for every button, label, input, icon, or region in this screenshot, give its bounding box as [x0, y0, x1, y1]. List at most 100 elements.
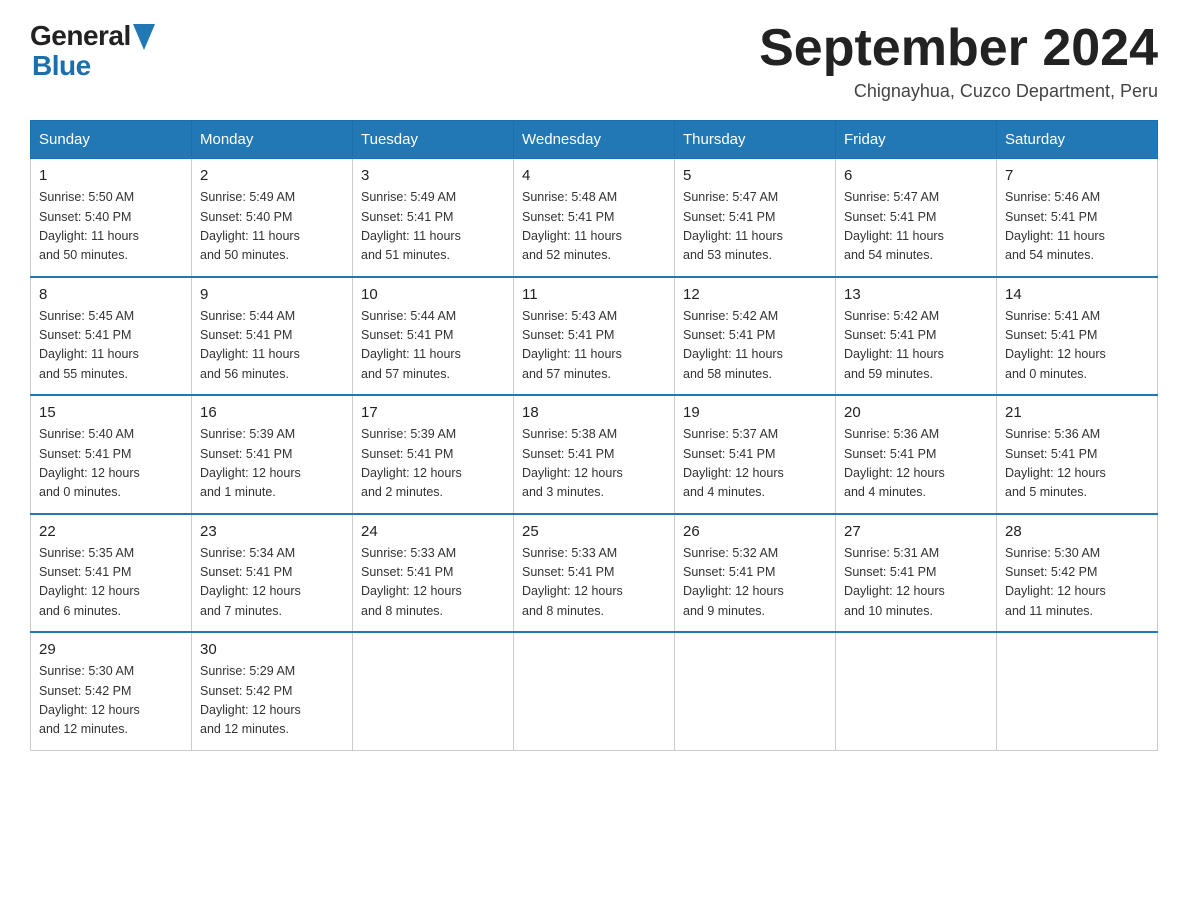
day-number: 11	[522, 286, 666, 303]
day-number: 13	[844, 286, 988, 303]
day-info: Sunrise: 5:30 AMSunset: 5:42 PMDaylight:…	[1005, 544, 1149, 622]
logo-blue-text: Blue	[32, 50, 91, 82]
day-number: 30	[200, 641, 344, 658]
calendar-day-cell: 15 Sunrise: 5:40 AMSunset: 5:41 PMDayligh…	[31, 395, 192, 514]
day-number: 18	[522, 404, 666, 421]
calendar-day-cell: 13Sunrise: 5:42 AMSunset: 5:41 PMDayligh…	[836, 277, 997, 396]
column-header-tuesday: Tuesday	[353, 121, 514, 159]
logo-icon	[133, 24, 155, 50]
day-number: 17	[361, 404, 505, 421]
day-info: Sunrise: 5:50 AMSunset: 5:40 PMDaylight:…	[39, 188, 183, 266]
location: Chignayhua, Cuzco Department, Peru	[759, 81, 1158, 102]
day-number: 24	[361, 523, 505, 540]
day-info: Sunrise: 5:33 AMSunset: 5:41 PMDaylight:…	[522, 544, 666, 622]
calendar-header-row: SundayMondayTuesdayWednesdayThursdayFrid…	[31, 121, 1158, 159]
day-info: Sunrise: 5:45 AMSunset: 5:41 PMDaylight:…	[39, 307, 183, 385]
day-info: Sunrise: 5:42 AMSunset: 5:41 PMDaylight:…	[683, 307, 827, 385]
day-info: Sunrise: 5:39 AMSunset: 5:41 PMDaylight:…	[200, 425, 344, 503]
day-number: 29	[39, 641, 183, 658]
day-info: Sunrise: 5:41 AMSunset: 5:41 PMDaylight:…	[1005, 307, 1149, 385]
calendar-day-cell: 7 Sunrise: 5:46 AMSunset: 5:41 PMDaylight…	[997, 159, 1158, 277]
calendar-day-cell: 12 Sunrise: 5:42 AMSunset: 5:41 PMDayligh…	[675, 277, 836, 396]
day-info: Sunrise: 5:31 AMSunset: 5:41 PMDaylight:…	[844, 544, 988, 622]
column-header-sunday: Sunday	[31, 121, 192, 159]
day-info: Sunrise: 5:37 AMSunset: 5:41 PMDaylight:…	[683, 425, 827, 503]
calendar-day-cell: 24 Sunrise: 5:33 AMSunset: 5:41 PMDayligh…	[353, 514, 514, 633]
calendar-empty-cell	[836, 632, 997, 750]
calendar-week-row: 22Sunrise: 5:35 AMSunset: 5:41 PMDayligh…	[31, 514, 1158, 633]
calendar-empty-cell	[997, 632, 1158, 750]
calendar-day-cell: 23 Sunrise: 5:34 AMSunset: 5:41 PMDayligh…	[192, 514, 353, 633]
day-info: Sunrise: 5:44 AMSunset: 5:41 PMDaylight:…	[361, 307, 505, 385]
calendar-day-cell: 26 Sunrise: 5:32 AMSunset: 5:41 PMDayligh…	[675, 514, 836, 633]
calendar-day-cell: 2 Sunrise: 5:49 AMSunset: 5:40 PMDaylight…	[192, 159, 353, 277]
day-info: Sunrise: 5:48 AMSunset: 5:41 PMDaylight:…	[522, 188, 666, 266]
column-header-monday: Monday	[192, 121, 353, 159]
day-info: Sunrise: 5:40 AMSunset: 5:41 PMDaylight:…	[39, 425, 183, 503]
day-number: 12	[683, 286, 827, 303]
calendar-day-cell: 30Sunrise: 5:29 AMSunset: 5:42 PMDayligh…	[192, 632, 353, 750]
day-info: Sunrise: 5:43 AMSunset: 5:41 PMDaylight:…	[522, 307, 666, 385]
calendar-day-cell: 5Sunrise: 5:47 AMSunset: 5:41 PMDaylight…	[675, 159, 836, 277]
day-number: 16	[200, 404, 344, 421]
day-number: 27	[844, 523, 988, 540]
calendar-day-cell: 14 Sunrise: 5:41 AMSunset: 5:41 PMDayligh…	[997, 277, 1158, 396]
day-info: Sunrise: 5:36 AMSunset: 5:41 PMDaylight:…	[844, 425, 988, 503]
calendar-day-cell: 9Sunrise: 5:44 AMSunset: 5:41 PMDaylight…	[192, 277, 353, 396]
calendar-day-cell: 25 Sunrise: 5:33 AMSunset: 5:41 PMDayligh…	[514, 514, 675, 633]
day-info: Sunrise: 5:34 AMSunset: 5:41 PMDaylight:…	[200, 544, 344, 622]
day-info: Sunrise: 5:49 AMSunset: 5:40 PMDaylight:…	[200, 188, 344, 266]
day-info: Sunrise: 5:36 AMSunset: 5:41 PMDaylight:…	[1005, 425, 1149, 503]
day-info: Sunrise: 5:33 AMSunset: 5:41 PMDaylight:…	[361, 544, 505, 622]
calendar-empty-cell	[514, 632, 675, 750]
calendar-week-row: 15 Sunrise: 5:40 AMSunset: 5:41 PMDayligh…	[31, 395, 1158, 514]
calendar-day-cell: 8 Sunrise: 5:45 AMSunset: 5:41 PMDaylight…	[31, 277, 192, 396]
day-number: 2	[200, 167, 344, 184]
calendar-day-cell: 29 Sunrise: 5:30 AMSunset: 5:42 PMDayligh…	[31, 632, 192, 750]
day-info: Sunrise: 5:30 AMSunset: 5:42 PMDaylight:…	[39, 662, 183, 740]
day-number: 20	[844, 404, 988, 421]
day-number: 7	[1005, 167, 1149, 184]
day-number: 1	[39, 167, 183, 184]
calendar-table: SundayMondayTuesdayWednesdayThursdayFrid…	[30, 120, 1158, 751]
header-right: September 2024 Chignayhua, Cuzco Departm…	[759, 20, 1158, 102]
column-header-friday: Friday	[836, 121, 997, 159]
calendar-week-row: 1 Sunrise: 5:50 AMSunset: 5:40 PMDaylight…	[31, 159, 1158, 277]
day-info: Sunrise: 5:47 AMSunset: 5:41 PMDaylight:…	[844, 188, 988, 266]
day-number: 9	[200, 286, 344, 303]
day-info: Sunrise: 5:35 AMSunset: 5:41 PMDaylight:…	[39, 544, 183, 622]
calendar-week-row: 8 Sunrise: 5:45 AMSunset: 5:41 PMDaylight…	[31, 277, 1158, 396]
column-header-wednesday: Wednesday	[514, 121, 675, 159]
calendar-day-cell: 19 Sunrise: 5:37 AMSunset: 5:41 PMDayligh…	[675, 395, 836, 514]
day-number: 19	[683, 404, 827, 421]
day-number: 21	[1005, 404, 1149, 421]
calendar-day-cell: 4 Sunrise: 5:48 AMSunset: 5:41 PMDaylight…	[514, 159, 675, 277]
day-number: 25	[522, 523, 666, 540]
day-info: Sunrise: 5:39 AMSunset: 5:41 PMDaylight:…	[361, 425, 505, 503]
calendar-day-cell: 21 Sunrise: 5:36 AMSunset: 5:41 PMDayligh…	[997, 395, 1158, 514]
calendar-day-cell: 20 Sunrise: 5:36 AMSunset: 5:41 PMDayligh…	[836, 395, 997, 514]
calendar-empty-cell	[353, 632, 514, 750]
day-number: 14	[1005, 286, 1149, 303]
day-number: 26	[683, 523, 827, 540]
day-number: 15	[39, 404, 183, 421]
day-number: 23	[200, 523, 344, 540]
calendar-day-cell: 16 Sunrise: 5:39 AMSunset: 5:41 PMDayligh…	[192, 395, 353, 514]
day-info: Sunrise: 5:46 AMSunset: 5:41 PMDaylight:…	[1005, 188, 1149, 266]
day-info: Sunrise: 5:49 AMSunset: 5:41 PMDaylight:…	[361, 188, 505, 266]
day-number: 4	[522, 167, 666, 184]
logo-general-text: General	[30, 20, 131, 52]
calendar-day-cell: 28 Sunrise: 5:30 AMSunset: 5:42 PMDayligh…	[997, 514, 1158, 633]
day-number: 8	[39, 286, 183, 303]
calendar-day-cell: 18Sunrise: 5:38 AMSunset: 5:41 PMDayligh…	[514, 395, 675, 514]
day-number: 3	[361, 167, 505, 184]
calendar-week-row: 29 Sunrise: 5:30 AMSunset: 5:42 PMDayligh…	[31, 632, 1158, 750]
day-number: 5	[683, 167, 827, 184]
column-header-saturday: Saturday	[997, 121, 1158, 159]
column-header-thursday: Thursday	[675, 121, 836, 159]
calendar-day-cell: 17 Sunrise: 5:39 AMSunset: 5:41 PMDayligh…	[353, 395, 514, 514]
day-info: Sunrise: 5:32 AMSunset: 5:41 PMDaylight:…	[683, 544, 827, 622]
calendar-day-cell: 22Sunrise: 5:35 AMSunset: 5:41 PMDayligh…	[31, 514, 192, 633]
calendar-empty-cell	[675, 632, 836, 750]
day-number: 28	[1005, 523, 1149, 540]
